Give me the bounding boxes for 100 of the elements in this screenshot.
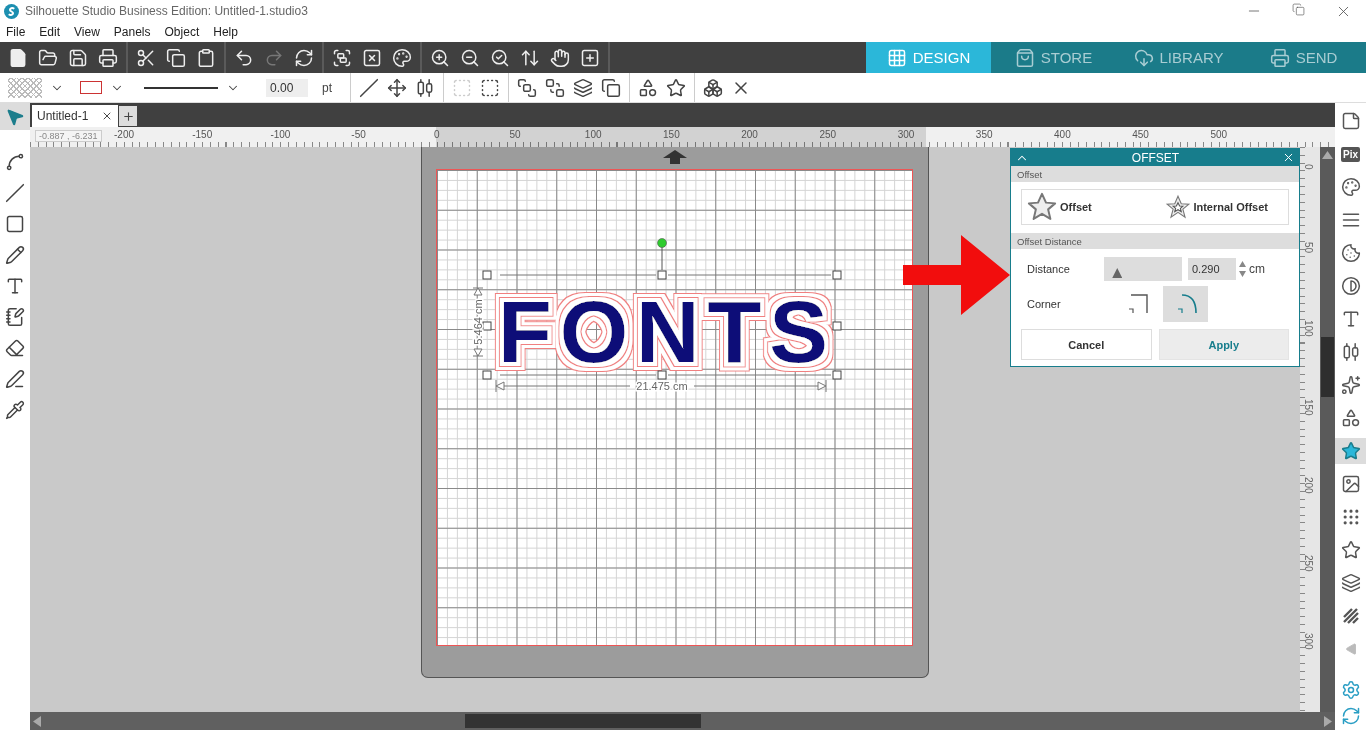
layers-icon[interactable]	[1340, 573, 1361, 593]
curve-icon[interactable]	[5, 152, 25, 172]
refresh-icon[interactable]	[294, 47, 314, 68]
selection-handle[interactable]	[482, 270, 492, 280]
eyedropper-icon[interactable]	[5, 400, 25, 420]
send-back-icon[interactable]	[545, 77, 565, 98]
eraser-icon[interactable]	[5, 338, 25, 358]
move-icon[interactable]	[387, 77, 407, 98]
selection-handle[interactable]	[832, 270, 842, 280]
hand-icon[interactable]	[550, 47, 570, 68]
knife-icon[interactable]	[5, 369, 25, 389]
distance-slider[interactable]	[1104, 257, 1182, 281]
zoom-select-icon[interactable]	[490, 47, 510, 68]
star-icon[interactable]	[1340, 441, 1361, 461]
save-icon[interactable]	[68, 47, 88, 68]
shapes-icon[interactable]	[1340, 408, 1361, 428]
scroll-left-icon	[33, 715, 41, 727]
settings-icon[interactable]	[1340, 680, 1361, 700]
line-icon[interactable]	[359, 77, 379, 98]
ruler-number: 50	[509, 129, 521, 140]
offset-option[interactable]: Internal Offset	[1165, 194, 1268, 220]
rectangle-icon[interactable]	[5, 214, 25, 234]
line-width-field[interactable]: 0.00	[266, 78, 308, 97]
palette-icon[interactable]	[1340, 177, 1361, 197]
menu-item[interactable]: File	[6, 25, 26, 39]
align-icon[interactable]	[415, 77, 435, 98]
menu-item[interactable]: Help	[213, 25, 238, 39]
sparkle-icon[interactable]	[1340, 375, 1361, 395]
section-header: Offset	[1011, 166, 1299, 182]
line-icon[interactable]	[5, 183, 25, 203]
ruler-number: 250	[819, 129, 837, 140]
fill-pattern-swatch[interactable]	[8, 77, 42, 98]
ruler-number: 250	[1303, 555, 1314, 572]
layers-icon[interactable]	[573, 77, 593, 98]
selection-handle[interactable]	[832, 321, 842, 331]
menu-item[interactable]: Object	[164, 25, 200, 39]
distance-field[interactable]: 0.290	[1188, 258, 1236, 280]
horizontal-scrollbar[interactable]	[30, 712, 1335, 730]
contrast-icon[interactable]	[1340, 276, 1361, 296]
panel-button[interactable]: Pix	[1335, 141, 1366, 167]
zoom-in-icon[interactable]	[430, 47, 450, 68]
selection-handle[interactable]	[832, 370, 842, 380]
scroll-thumb[interactable]	[465, 714, 701, 728]
star-icon[interactable]	[666, 77, 686, 98]
bag-icon[interactable]	[1014, 47, 1035, 68]
star-outline-icon[interactable]	[1340, 540, 1361, 560]
page-icon[interactable]	[1340, 111, 1361, 131]
text-tool-icon[interactable]	[5, 276, 25, 296]
bounding-box-icon[interactable]	[480, 77, 500, 98]
image-icon[interactable]	[1340, 474, 1361, 494]
fill-icon[interactable]	[1340, 243, 1361, 263]
panel-button[interactable]: Apply	[1158, 329, 1289, 360]
hatch-icon[interactable]	[1341, 607, 1360, 625]
ruler-number: 50	[1303, 242, 1314, 254]
zoom-out-icon[interactable]	[460, 47, 480, 68]
pix-icon[interactable]: Pix	[1341, 146, 1360, 162]
duplicate-icon[interactable]	[601, 77, 621, 98]
menu-item[interactable]: View	[74, 25, 100, 39]
copy-icon[interactable]	[166, 47, 186, 68]
selection-handle[interactable]	[657, 270, 667, 280]
print-icon[interactable]	[98, 47, 118, 68]
shapes-icon[interactable]	[638, 77, 658, 98]
spinner-icon[interactable]	[1239, 260, 1246, 278]
menu-item[interactable]: Edit	[39, 25, 61, 39]
menu-item[interactable]: Panels	[113, 25, 151, 39]
offset-option[interactable]: Offset	[1026, 192, 1092, 222]
panel-button[interactable]	[1335, 438, 1366, 464]
close-icon[interactable]	[1282, 151, 1295, 164]
sketch-icon[interactable]	[5, 307, 25, 327]
design-text[interactable]: FONTS	[498, 282, 828, 381]
slider-thumb[interactable]	[1112, 268, 1123, 278]
scissors-icon[interactable]	[136, 47, 156, 68]
ungroup-icon[interactable]	[362, 47, 382, 68]
panel-button[interactable]: Cancel	[1021, 329, 1152, 360]
cloud-download-icon[interactable]	[1133, 47, 1154, 68]
fit-page-icon[interactable]	[580, 47, 600, 68]
open-folder-icon[interactable]	[38, 47, 58, 68]
cutter-icon[interactable]	[1269, 47, 1290, 68]
close-tab-icon[interactable]	[101, 110, 113, 122]
clipboard-icon[interactable]	[196, 47, 216, 68]
selection-handle[interactable]	[482, 370, 492, 380]
sync-icon[interactable]	[1340, 706, 1361, 726]
group-icon[interactable]	[332, 47, 352, 68]
cubes-icon[interactable]	[703, 77, 723, 98]
document-tab[interactable]: Untitled-1	[32, 105, 118, 127]
line-style-sample[interactable]	[144, 86, 218, 89]
ruler-number: 400	[1054, 129, 1071, 140]
field-label: Corner	[1027, 298, 1062, 310]
dimension-arrow	[472, 287, 484, 296]
selection-handle[interactable]	[482, 321, 492, 331]
ruler-number: 150	[663, 129, 680, 140]
cursor-readout: -0.887 , -6.231	[35, 130, 102, 142]
scroll-thumb[interactable]	[1321, 337, 1334, 397]
lines-icon[interactable]	[1340, 210, 1361, 230]
bring-front-icon[interactable]	[517, 77, 537, 98]
rotate-handle[interactable]	[657, 238, 667, 248]
new-file-icon[interactable]	[8, 47, 28, 68]
pencil-icon[interactable]	[5, 245, 25, 265]
line-color-swatch[interactable]	[80, 81, 102, 94]
selection-handle[interactable]	[657, 370, 667, 380]
